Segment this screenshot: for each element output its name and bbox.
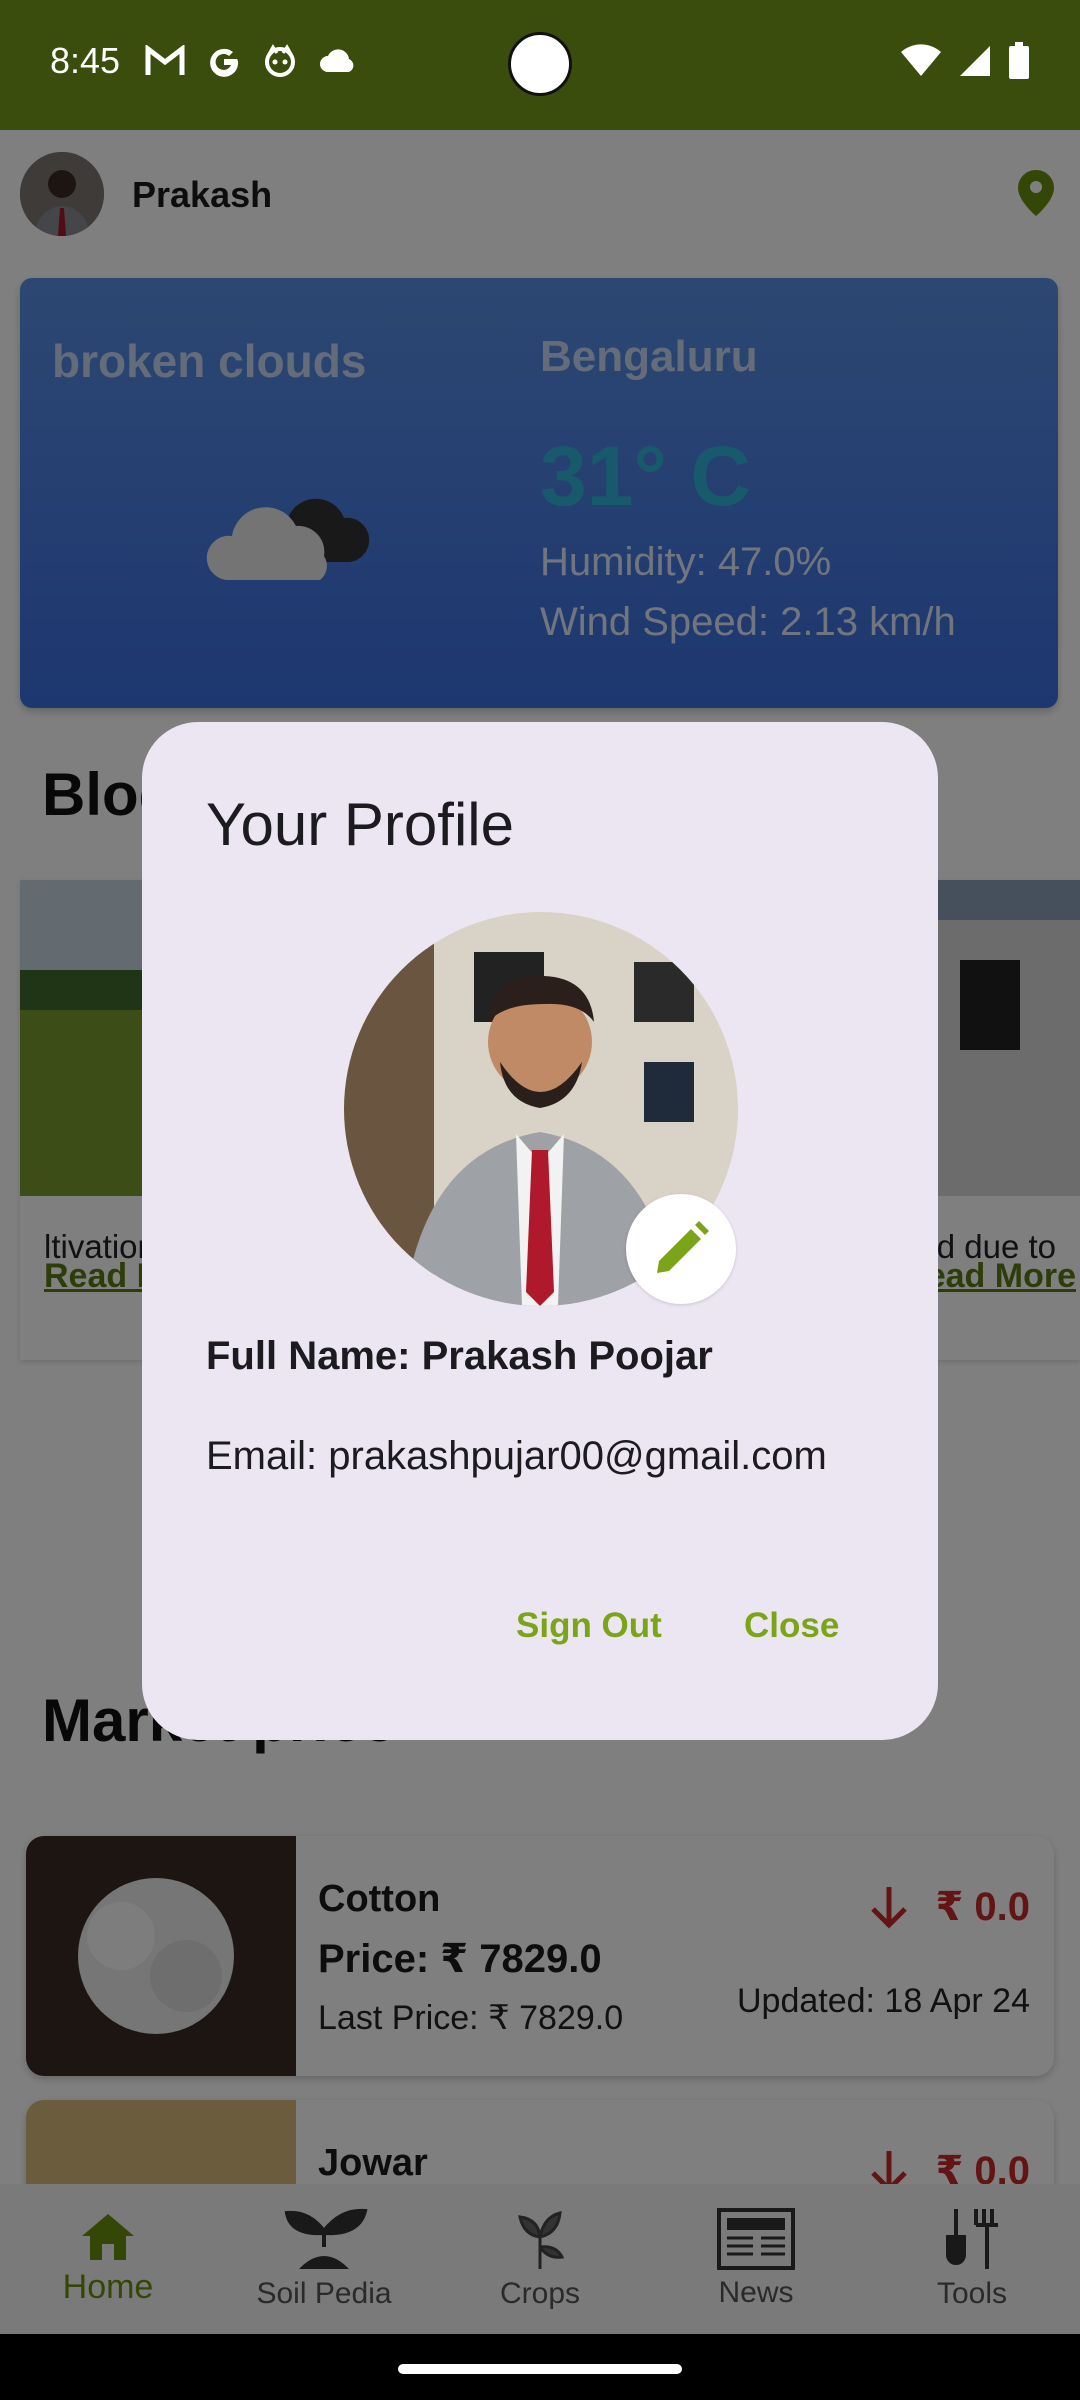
profile-email: Email: prakashpujar00@gmail.com xyxy=(206,1434,827,1478)
status-bar: 8:45 xyxy=(0,0,1080,130)
wifi-icon xyxy=(901,44,941,76)
profile-dialog: Your Profile Full Name: Prakash Poojar E… xyxy=(142,722,938,1740)
battery-icon xyxy=(1009,42,1029,79)
close-button[interactable]: Close xyxy=(736,1596,847,1656)
profile-full-name: Full Name: Prakash Poojar xyxy=(206,1334,713,1378)
gmail-icon xyxy=(145,45,185,75)
cloud-icon xyxy=(320,49,354,72)
home-gesture-handle[interactable] xyxy=(398,2364,682,2374)
face-icon xyxy=(265,44,295,77)
status-time: 8:45 xyxy=(50,40,121,81)
dialog-title: Your Profile xyxy=(206,791,514,858)
pencil-icon xyxy=(657,1221,709,1273)
edit-photo-button[interactable] xyxy=(626,1194,736,1304)
signal-icon xyxy=(960,46,990,76)
google-icon xyxy=(210,48,239,77)
camera-cutout xyxy=(508,32,572,96)
sign-out-button[interactable]: Sign Out xyxy=(508,1596,670,1656)
gesture-navigation-bar xyxy=(0,2334,1080,2400)
